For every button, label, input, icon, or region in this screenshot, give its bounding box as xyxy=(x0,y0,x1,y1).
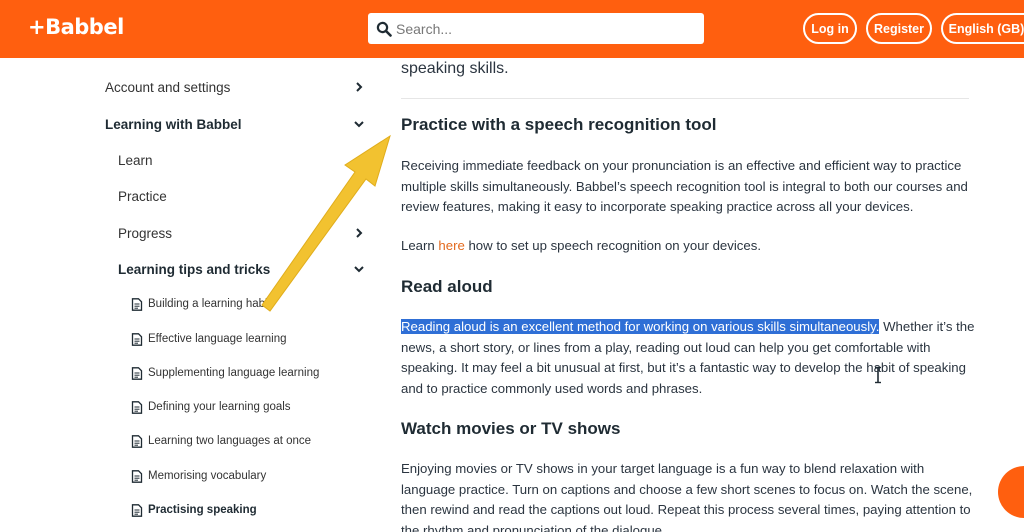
sidebar-item-learning-tips[interactable]: Learning tips and tricks xyxy=(0,254,370,284)
sidebar-item-learning-with-babbel[interactable]: Learning with Babbel xyxy=(0,109,370,139)
sidebar-item-learn[interactable]: Learn xyxy=(0,145,370,175)
chevron-right-icon xyxy=(352,225,366,241)
intro-fragment: speaking skills. xyxy=(401,60,509,77)
sidebar-item-progress[interactable]: Progress xyxy=(0,218,370,248)
sidebar-item-label: Learn xyxy=(118,152,153,168)
search-icon xyxy=(376,21,392,37)
document-icon xyxy=(131,366,143,380)
sidebar-subitem-label: Defining your learning goals xyxy=(148,401,291,413)
highlighted-text: Reading aloud is an excellent method for… xyxy=(401,319,880,334)
heading-watch-movies: Watch movies or TV shows xyxy=(401,419,621,438)
sidebar-subitem-effective-learning[interactable]: Effective language learning xyxy=(131,327,287,351)
document-icon xyxy=(131,503,143,517)
chevron-down-icon xyxy=(352,116,366,132)
sidebar-subitem-supplementing[interactable]: Supplementing language learning xyxy=(131,361,319,385)
sidebar-subitem-label: Supplementing language learning xyxy=(148,367,320,379)
sidebar-item-label: Learning with Babbel xyxy=(105,116,242,132)
sidebar-subitem-label: Learning two languages at once xyxy=(148,435,312,447)
sidebar-subitem-memorising[interactable]: Memorising vocabulary xyxy=(131,464,266,488)
register-button[interactable]: Register xyxy=(866,13,932,44)
search-box[interactable] xyxy=(368,13,704,44)
here-link[interactable]: here xyxy=(438,238,464,253)
sidebar-subitem-label: Practising speaking xyxy=(148,504,257,516)
chevron-right-icon xyxy=(352,79,366,95)
sidebar-item-label: Progress xyxy=(118,225,173,241)
heading-speech-recognition: Practice with a speech recognition tool xyxy=(401,115,717,134)
babbel-logo[interactable]: +Babbel xyxy=(28,15,124,39)
document-icon xyxy=(131,400,143,414)
sidebar-item-label: Practice xyxy=(118,188,167,204)
sidebar-item-practice[interactable]: Practice xyxy=(0,181,370,211)
paragraph-learn-here: Learn here how to set up speech recognit… xyxy=(401,236,981,257)
search-input[interactable] xyxy=(396,20,686,37)
sidebar-subitem-building-habit[interactable]: Building a learning habit xyxy=(131,292,271,316)
sidebar-subitem-label: Effective language learning xyxy=(148,333,287,345)
document-icon xyxy=(131,469,143,483)
sidebar-subitem-practising-speaking[interactable]: Practising speaking xyxy=(131,498,257,522)
document-icon xyxy=(131,434,143,448)
heading-read-aloud: Read aloud xyxy=(401,277,493,296)
sidebar-subitem-defining-goals[interactable]: Defining your learning goals xyxy=(131,395,291,419)
document-icon xyxy=(131,332,143,346)
sidebar-subitem-two-languages[interactable]: Learning two languages at once xyxy=(131,429,311,453)
sidebar-subitem-label: Building a learning habit xyxy=(148,298,271,310)
chat-icon[interactable] xyxy=(998,466,1024,518)
sidebar-subitem-label: Memorising vocabulary xyxy=(148,470,267,482)
paragraph-watch-movies: Enjoying movies or TV shows in your targ… xyxy=(401,461,973,532)
chevron-down-icon xyxy=(352,261,366,277)
paragraph-read-aloud: Reading aloud is an excellent method for… xyxy=(401,317,981,399)
login-button[interactable]: Log in xyxy=(803,13,857,44)
learn-suffix: how to set up speech recognition on your… xyxy=(464,238,761,253)
sidebar-item-label: Learning tips and tricks xyxy=(118,261,271,277)
text-cursor-icon xyxy=(875,366,881,384)
sidebar-item-label: Account and settings xyxy=(105,79,231,95)
section-divider xyxy=(401,98,969,99)
sidebar-item-account-settings[interactable]: Account and settings xyxy=(0,72,370,102)
language-selector[interactable]: English (GB) xyxy=(941,13,1024,44)
document-icon xyxy=(131,297,143,311)
paragraph-speech-recognition: Receiving immediate feedback on your pro… xyxy=(401,158,968,214)
sidebar-nav: Account and settings Learning with Babbe… xyxy=(0,58,380,532)
learn-prefix: Learn xyxy=(401,238,439,253)
top-header: +Babbel Log in Register English (GB) xyxy=(0,0,1024,58)
